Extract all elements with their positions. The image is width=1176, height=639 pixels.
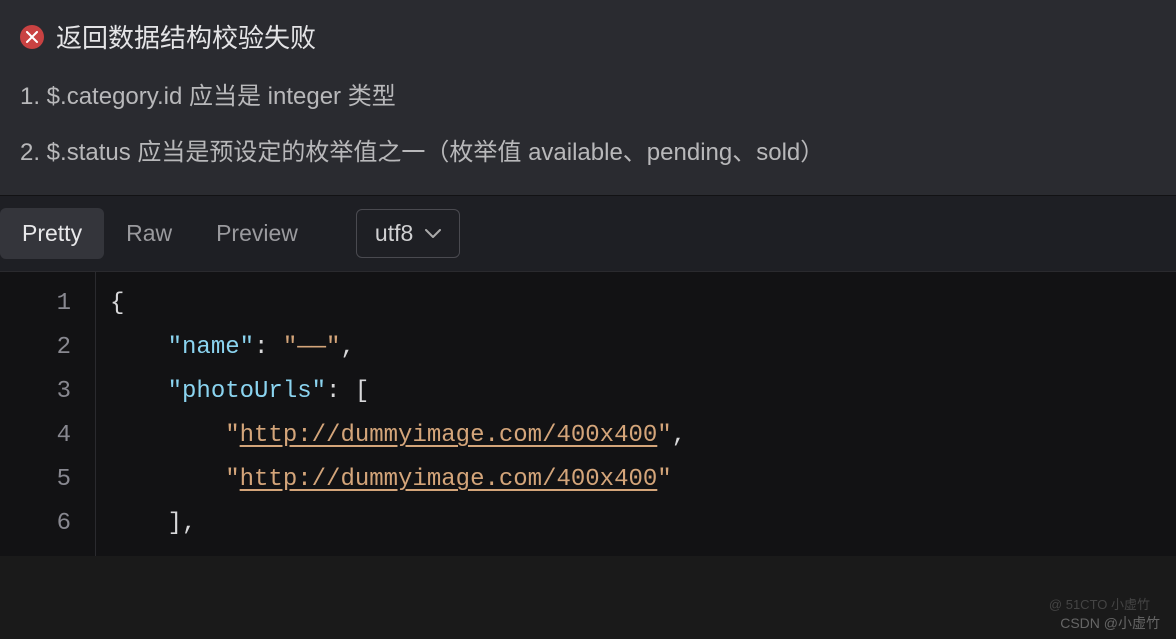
code-line: "photoUrls": [ [110, 370, 1162, 414]
tab-pretty[interactable]: Pretty [0, 208, 104, 259]
line-gutter: 1 2 3 4 5 6 [0, 272, 96, 556]
error-header: 返回数据结构校验失败 [20, 18, 1156, 55]
error-item: 2. $.status 应当是预设定的枚举值之一（枚举值 available、p… [20, 135, 1156, 171]
url-link[interactable]: http://dummyimage.com/400x400 [240, 422, 658, 449]
error-panel: 返回数据结构校验失败 1. $.category.id 应当是 integer … [0, 0, 1176, 195]
code-line: "http://dummyimage.com/400x400" [110, 458, 1162, 502]
watermark: @ 51CTO 小虚竹 [1049, 594, 1150, 613]
line-number: 1 [0, 282, 71, 326]
code-line: "name": "——", [110, 326, 1162, 370]
code-lines: { "name": "——", "photoUrls": [ "http://d… [96, 272, 1176, 556]
view-tab-group: Pretty Raw Preview [0, 208, 320, 259]
code-area[interactable]: 1 2 3 4 5 6 { "name": "——", "photoUrls":… [0, 271, 1176, 556]
line-number: 5 [0, 458, 71, 502]
line-number: 6 [0, 502, 71, 546]
encoding-select[interactable]: utf8 [356, 209, 460, 258]
code-line: "http://dummyimage.com/400x400", [110, 414, 1162, 458]
tab-raw[interactable]: Raw [104, 208, 194, 259]
chevron-down-icon [425, 229, 441, 239]
encoding-label: utf8 [375, 220, 413, 247]
line-number: 2 [0, 326, 71, 370]
error-title: 返回数据结构校验失败 [56, 18, 316, 55]
error-icon [20, 25, 44, 49]
line-number: 3 [0, 370, 71, 414]
tab-preview[interactable]: Preview [194, 208, 320, 259]
code-line: ], [110, 502, 1162, 546]
url-link[interactable]: http://dummyimage.com/400x400 [240, 466, 658, 493]
error-list: 1. $.category.id 应当是 integer 类型 2. $.sta… [20, 79, 1156, 171]
watermark: CSDN @小虚竹 [1060, 613, 1160, 633]
line-number: 4 [0, 414, 71, 458]
response-toolbar: Pretty Raw Preview utf8 [0, 195, 1176, 271]
code-line: { [110, 282, 1162, 326]
error-item: 1. $.category.id 应当是 integer 类型 [20, 79, 1156, 115]
